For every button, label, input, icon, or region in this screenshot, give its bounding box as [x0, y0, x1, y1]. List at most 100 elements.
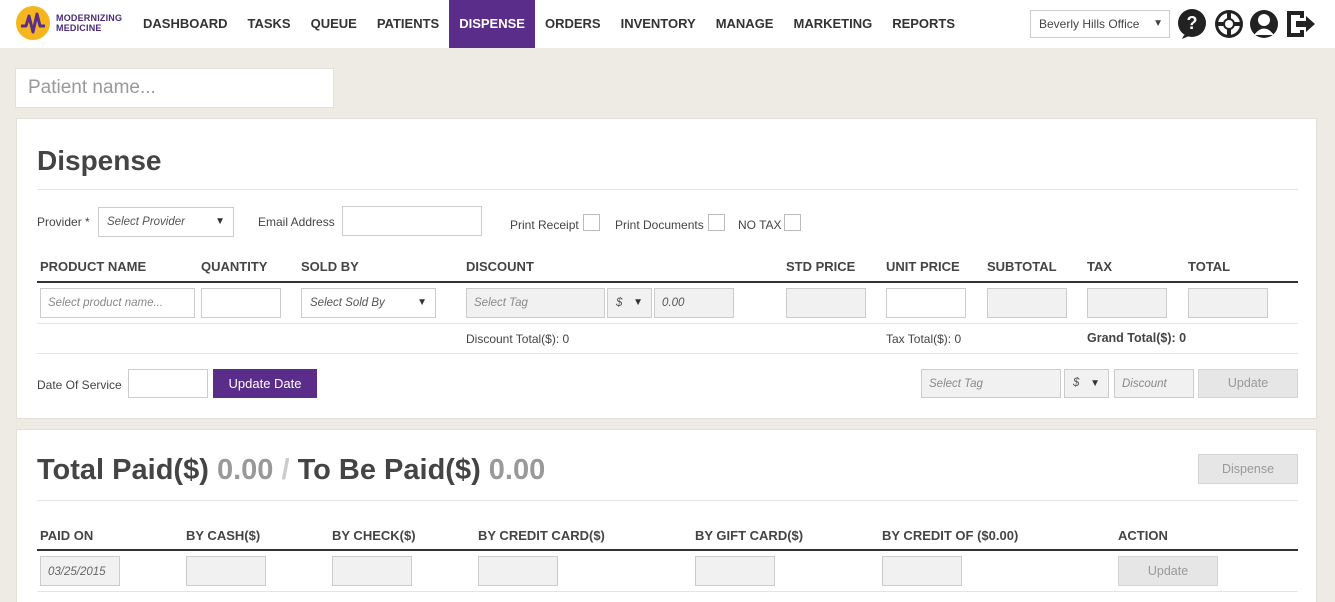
sold-by-select-value: Select Sold By: [310, 297, 385, 309]
total-paid-label: Total Paid($): [37, 454, 209, 486]
subtotal-field: [987, 288, 1067, 318]
print-documents-label: Print Documents: [615, 218, 704, 232]
to-be-paid-value: 0.00: [488, 454, 546, 486]
chevron-down-icon: ▼: [1090, 378, 1100, 389]
date-of-service-input[interactable]: [128, 369, 208, 398]
user-profile-icon[interactable]: [1248, 8, 1280, 40]
discount-value: 0.00: [662, 297, 685, 309]
discount-total: Discount Total($): 0: [466, 332, 570, 346]
nav-orders[interactable]: ORDERS: [535, 0, 611, 48]
page-title: Dispense: [37, 145, 162, 176]
brand-line-1: MODERNIZING: [56, 13, 123, 23]
discount-type-value: $: [616, 297, 623, 309]
by-credit-card-input[interactable]: [478, 556, 558, 586]
brand-logo[interactable]: MODERNIZING MEDICINE: [16, 4, 122, 42]
col-discount: DISCOUNT: [466, 259, 534, 274]
product-name-input[interactable]: Select product name...: [40, 288, 195, 318]
bulk-update-button[interactable]: Update: [1198, 369, 1298, 398]
by-check-input[interactable]: [332, 556, 412, 586]
chevron-down-icon: ▼: [417, 297, 427, 308]
brand-line-2: MEDICINE: [56, 23, 102, 33]
no-tax-label: NO TAX: [738, 218, 782, 232]
col-subtotal: SUBTOTAL: [987, 259, 1057, 274]
support-lifebuoy-icon[interactable]: [1213, 8, 1245, 40]
chevron-down-icon: ▼: [1153, 18, 1163, 29]
print-documents-checkbox[interactable]: [708, 214, 725, 231]
col-unit-price: UNIT PRICE: [886, 259, 960, 274]
tax-total: Tax Total($): 0: [886, 332, 962, 346]
nav-dashboard[interactable]: DASHBOARD: [133, 0, 238, 48]
col-by-credit-card: BY CREDIT CARD($): [478, 528, 605, 543]
nav-marketing[interactable]: MARKETING: [783, 0, 882, 48]
email-field[interactable]: [342, 206, 482, 236]
nav-dispense[interactable]: DISPENSE: [449, 0, 535, 48]
bulk-discount-input[interactable]: Discount: [1114, 369, 1194, 398]
provider-select-value: Select Provider: [107, 216, 185, 228]
to-be-paid-label: To Be Paid($): [297, 454, 481, 486]
print-receipt-label: Print Receipt: [510, 218, 579, 232]
dispense-card: Dispense Provider * Select Provider ▼ Em…: [16, 118, 1317, 419]
svg-text:?: ?: [1187, 13, 1198, 33]
col-paid-on: PAID ON: [40, 528, 94, 543]
quantity-input[interactable]: [201, 288, 281, 318]
print-receipt-checkbox[interactable]: [583, 214, 600, 231]
bulk-type-value: $: [1073, 377, 1080, 389]
payment-card: Total Paid($) 0.00 / To Be Paid($) 0.00 …: [16, 429, 1317, 602]
bulk-tag-placeholder: Select Tag: [929, 378, 983, 390]
payment-update-button[interactable]: Update: [1118, 556, 1218, 586]
chevron-down-icon: ▼: [215, 216, 225, 227]
discount-tag-select[interactable]: Select Tag: [466, 288, 605, 318]
dispense-button[interactable]: Dispense: [1198, 454, 1298, 484]
col-quantity: QUANTITY: [201, 259, 268, 274]
discount-type-select[interactable]: $ ▼: [607, 288, 652, 318]
chevron-down-icon: ▼: [633, 297, 643, 308]
update-date-button[interactable]: Update Date: [213, 369, 317, 398]
logo-mark-icon: [16, 6, 50, 40]
nav-reports[interactable]: REPORTS: [882, 0, 965, 48]
bulk-discount-placeholder: Discount: [1122, 378, 1167, 390]
provider-label: Provider *: [37, 215, 90, 229]
col-total: TOTAL: [1188, 259, 1231, 274]
tax-field: [1087, 288, 1167, 318]
discount-value-input[interactable]: 0.00: [654, 288, 734, 318]
office-select-value: Beverly Hills Office: [1039, 17, 1140, 31]
total-paid-value: 0.00: [216, 454, 274, 486]
unit-price-input[interactable]: [886, 288, 966, 318]
email-label: Email Address: [258, 215, 335, 229]
bulk-tag-select[interactable]: Select Tag: [921, 369, 1061, 398]
col-std-price: STD PRICE: [786, 259, 856, 274]
office-select[interactable]: Beverly Hills Office ▼: [1030, 10, 1170, 38]
nav-queue[interactable]: QUEUE: [301, 0, 367, 48]
help-icon[interactable]: ?: [1176, 8, 1208, 40]
col-tax: TAX: [1087, 259, 1113, 274]
discount-tag-placeholder: Select Tag: [474, 297, 528, 309]
nav-tasks[interactable]: TASKS: [238, 0, 301, 48]
total-field: [1188, 288, 1268, 318]
no-tax-checkbox[interactable]: [784, 214, 801, 231]
std-price-field: [786, 288, 866, 318]
date-of-service-label: Date Of Service: [37, 378, 122, 392]
col-sold-by: SOLD BY: [301, 259, 359, 274]
paid-on-value: 03/25/2015: [48, 566, 106, 578]
nav-manage[interactable]: MANAGE: [706, 0, 784, 48]
by-credit-of-input[interactable]: [882, 556, 962, 586]
bulk-type-select[interactable]: $ ▼: [1064, 369, 1109, 398]
patient-search-input[interactable]: Patient name...: [15, 68, 334, 108]
nav-inventory[interactable]: INVENTORY: [611, 0, 706, 48]
sold-by-select[interactable]: Select Sold By ▼: [301, 288, 436, 318]
by-cash-input[interactable]: [186, 556, 266, 586]
nav-patients[interactable]: PATIENTS: [367, 0, 449, 48]
payment-summary: Total Paid($) 0.00 / To Be Paid($) 0.00: [37, 454, 545, 487]
col-by-check: BY CHECK($): [332, 528, 416, 543]
main-menu: DASHBOARD TASKS QUEUE PATIENTS DISPENSE …: [133, 0, 965, 48]
by-gift-card-input[interactable]: [695, 556, 775, 586]
summary-separator: /: [281, 454, 290, 486]
paid-on-input[interactable]: 03/25/2015: [40, 556, 120, 586]
top-nav: MODERNIZING MEDICINE DASHBOARD TASKS QUE…: [0, 0, 1335, 48]
col-by-cash: BY CASH($): [186, 528, 261, 543]
col-by-gift-card: BY GIFT CARD($): [695, 528, 804, 543]
col-product-name: PRODUCT NAME: [40, 259, 147, 274]
logout-icon[interactable]: [1284, 8, 1316, 40]
provider-select[interactable]: Select Provider ▼: [98, 207, 234, 237]
col-by-credit-of: BY CREDIT OF ($0.00): [882, 528, 1019, 543]
